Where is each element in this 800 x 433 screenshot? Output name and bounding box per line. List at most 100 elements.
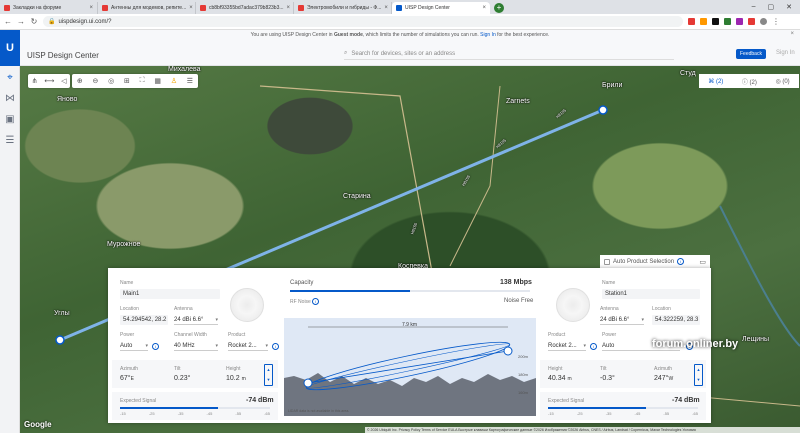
auto-select-checkbox[interactable] [604,258,610,265]
azimuth-label: Azimuth [654,366,673,372]
extension-icon[interactable] [712,18,719,25]
list-icon[interactable]: ☰ [187,77,193,85]
close-icon[interactable]: × [89,5,93,11]
device-name-input[interactable]: Station1 [602,289,700,299]
profile-marker-main1[interactable] [303,378,313,388]
height-unit: m [567,376,572,382]
name-label: Name [602,280,616,286]
layers-icon[interactable]: ▦ [154,77,161,85]
antenna-select[interactable]: 24 dBi 6.6° [174,315,218,325]
profile-marker-station1[interactable] [503,346,513,356]
location-input[interactable]: 54.294542, 28.2 [120,315,168,325]
alerts-counter[interactable]: ⓘ (2) [742,77,757,86]
feedback-button[interactable]: Feedback [736,49,766,59]
close-icon[interactable]: × [790,31,794,37]
tilt-value[interactable]: -0.3° [600,375,615,382]
zoom-out-icon[interactable]: ⊖ [93,77,99,85]
map-river [719,205,800,347]
height-stepper[interactable]: ▲ ▼ [264,364,273,386]
close-window-icon[interactable]: ✕ [786,3,792,11]
device-name-input[interactable]: Main1 [120,289,220,299]
extension-icon[interactable] [724,18,731,25]
profile-icon[interactable] [760,18,767,25]
sidebar-report-icon[interactable]: ☰ [4,135,16,147]
extension-icon[interactable] [748,18,755,25]
site-marker-station1[interactable] [598,105,608,115]
sites-counter[interactable]: ◎ (0) [775,78,789,85]
url-field[interactable]: 🔒 uispdesign.ui.com/? [43,16,683,27]
elevation-profile[interactable]: 7.9 km 200m 180m 160m LIDAR data is not … [284,318,536,416]
close-icon[interactable]: × [482,5,486,11]
pegman-icon[interactable]: ♙ [171,77,177,85]
location-label: Location [652,306,671,312]
favicon-icon [102,5,108,11]
new-tab-button[interactable]: + [494,3,504,13]
link-tool-icon[interactable]: ⟷ [44,77,54,85]
close-icon[interactable]: × [189,5,193,11]
guest-signin-link[interactable]: Sign In [480,32,496,38]
site-marker-main1[interactable] [55,335,65,345]
rf-noise-label: RF Noise i [290,298,320,305]
collapse-icon[interactable]: ▭ [699,258,706,266]
info-icon[interactable]: i [677,258,685,265]
orientation-group [540,360,706,388]
sidebar-devices-icon[interactable]: ▣ [4,114,16,126]
zoom-in-icon[interactable]: ⊕ [77,77,83,85]
menu-icon[interactable]: ⋮ [772,17,780,26]
url-text: uispdesign.ui.com/? [58,18,112,25]
browser-tab-1[interactable]: Закладки на форуме × [0,2,98,14]
forward-icon[interactable]: → [17,17,25,26]
info-icon[interactable]: i [152,343,159,350]
map-label: Углы [54,310,70,317]
location-input[interactable]: 54.322259, 28.3 [652,315,700,325]
extension-icon[interactable] [700,18,707,25]
height-value[interactable]: 40.34 m [548,375,572,382]
auto-product-selection[interactable]: Auto Product Selection i ▭ [600,255,710,268]
search-input[interactable]: Search for devices, sites or an address [351,51,455,57]
reload-icon[interactable]: ↻ [30,17,38,26]
height-value[interactable]: 10.2 m [226,375,246,382]
ruler-icon[interactable]: ⊞ [124,77,130,85]
forum-watermark: forum.onliner.by [652,338,739,350]
browser-tab-3[interactable]: cb8bf93355bd7adac379b823b3... × [196,2,294,14]
locate-icon[interactable]: ◎ [108,77,114,85]
scale-tick: -25 [576,411,583,416]
product-select[interactable]: Rocket 2... [228,341,268,351]
azimuth-stepper[interactable]: ▲ ▼ [694,364,703,386]
back-icon[interactable]: ← [4,17,12,26]
signal-bar [120,407,270,409]
browser-tab-2[interactable]: Антенны для модемов, репите... × [98,2,196,14]
close-icon[interactable]: × [384,5,388,11]
channel-width-select[interactable]: 40 MHz [174,341,218,351]
power-select[interactable]: Auto [120,341,148,351]
extension-icon[interactable] [736,18,743,25]
signin-button[interactable]: Sign In [776,50,795,56]
guest-mode-text: Guest mode [333,32,363,38]
maximize-icon[interactable]: ▢ [768,3,775,11]
close-icon[interactable]: × [287,5,291,11]
info-icon[interactable]: i [590,343,597,350]
sidebar-topology-icon[interactable]: ⋈ [4,93,16,105]
map-label: Мурожное [107,241,141,248]
browser-tab-4[interactable]: Электромобили и гибриды - Ф... × [294,2,392,14]
links-counter[interactable]: ⌘ (2) [708,78,723,85]
azimuth-value[interactable]: 247°W [654,375,673,382]
window-controls: – ▢ ✕ [744,3,800,14]
sidebar-map-icon[interactable]: ⌖ [4,72,16,84]
topology-tool-icon[interactable]: ⋔ [31,77,37,85]
info-icon[interactable]: i [272,343,279,350]
search-bar[interactable]: ⌕ Search for devices, sites or an addres… [344,48,674,60]
map-toolbar-draw: ⋔ ⟷ ◁ [28,74,70,88]
antenna-select[interactable]: 24 dBi 6.6° [600,315,644,325]
azimuth-label: Azimuth [120,366,139,372]
info-icon[interactable]: i [312,298,320,305]
capacity-label: Capacity [290,280,314,286]
fullscreen-icon[interactable]: ⛶ [140,77,145,85]
sector-tool-icon[interactable]: ◁ [61,77,66,85]
azimuth-value[interactable]: 67°E [120,375,134,382]
tilt-value[interactable]: 0.23° [174,375,190,382]
browser-tab-5[interactable]: UISP Design Center × [392,2,490,14]
product-select[interactable]: Rocket 2... [548,341,586,351]
minimize-icon[interactable]: – [752,3,756,11]
extension-icon[interactable] [688,18,695,25]
